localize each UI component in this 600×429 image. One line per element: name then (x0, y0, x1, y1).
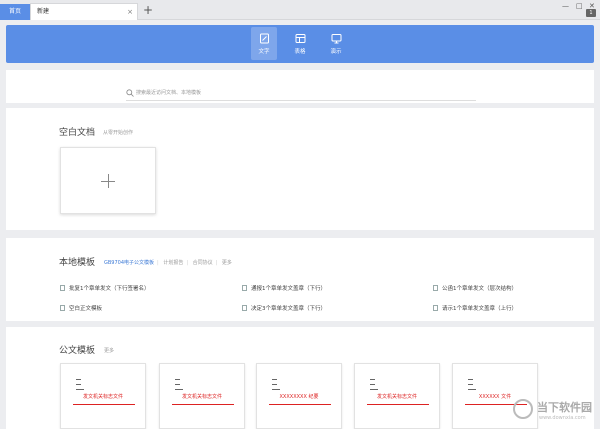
watermark: 当下软件园 www.downxia.com (510, 396, 600, 429)
file-icon (242, 285, 247, 291)
category-link-gb9704[interactable]: GB9704电子公文模板 (104, 260, 154, 266)
tab-writer[interactable]: 文字 (251, 27, 277, 60)
template-thumbnail[interactable]: 发文机关标志文件 (60, 363, 146, 429)
watermark-text: 当下软件园 (537, 401, 592, 414)
tab-new[interactable]: 新建 × (30, 3, 138, 20)
plus-icon-vertical (108, 174, 109, 188)
watermark-url: www.downxia.com (539, 415, 586, 421)
file-icon (60, 285, 65, 291)
app-header: 文字 表格 演示 (6, 25, 594, 63)
search-placeholder: 搜索最近访问文档、本地模板 (136, 90, 202, 96)
template-thumbnail[interactable]: 发文机关标志文件 (159, 363, 245, 429)
template-item[interactable]: 决定3个章单发文盖章（下行） (242, 304, 326, 312)
document-icon (259, 33, 269, 44)
thumbnail-title: 发文机关标志文件 (376, 394, 417, 400)
template-thumbnail[interactable]: XXXXXXXX 纪要 (256, 363, 342, 429)
tab-presentation[interactable]: 演示 (323, 27, 349, 60)
category-link-contract[interactable]: 合同协议 (193, 260, 213, 266)
tab-writer-label: 文字 (258, 49, 270, 55)
add-tab-button[interactable]: + (143, 2, 153, 18)
template-category-links: GB9704电子公文模板 | 计划报告 | 合同协议 | 更多 (104, 260, 232, 266)
tab-close-icon[interactable]: × (127, 4, 133, 20)
thumbnail-title: 发文机关标志文件 (82, 394, 123, 400)
search-icon (126, 89, 134, 97)
tab-spreadsheet[interactable]: 表格 (287, 27, 313, 60)
thumbnail-title: XXXXXXXX 纪要 (279, 394, 319, 400)
more-link[interactable]: 更多 (104, 347, 114, 354)
section-title: 公文模板 (59, 346, 96, 356)
section-title: 空白文档 (59, 128, 96, 138)
search-input[interactable]: 搜索最近访问文档、本地模板 (126, 87, 476, 101)
template-item[interactable]: 通报1个章单发文盖章（下行） (242, 284, 326, 292)
template-thumbnail[interactable]: 发文机关标志文件 (354, 363, 440, 429)
template-item[interactable]: 公函1个章单发文（层次结构） (433, 284, 517, 292)
presentation-icon (331, 34, 341, 44)
template-item[interactable]: 请示1个章单发文盖章（上行） (433, 304, 517, 312)
blank-document-section: 空白文档 从零开始创作 (6, 108, 594, 230)
local-templates-section: 本地模板 GB9704电子公文模板 | 计划报告 | 合同协议 | 更多 批复1个章单… (6, 238, 594, 321)
template-item[interactable]: 批复1个章单发文（下行签署名） (60, 284, 150, 292)
new-blank-document-button[interactable] (60, 147, 156, 214)
section-title: 本地模板 (59, 258, 96, 268)
spreadsheet-icon (295, 34, 305, 43)
tab-bar: 首页 新建 × + — □ ✕ 1 (0, 0, 600, 20)
file-icon (242, 305, 247, 311)
tab-new-label: 新建 (37, 8, 50, 15)
category-link-more[interactable]: 更多 (222, 260, 232, 266)
maximize-button[interactable]: □ (576, 1, 583, 11)
file-icon (433, 305, 438, 311)
badge-icon[interactable]: 1 (586, 9, 596, 17)
minimize-button[interactable]: — (562, 1, 569, 11)
official-templates-section: 公文模板 更多 发文机关标志文件 发文机关标志文件 XXXXXXXX 纪要 发文… (6, 327, 594, 429)
watermark-logo-icon (513, 399, 533, 419)
file-icon (60, 305, 65, 311)
template-item[interactable]: 空白正文模板 (60, 304, 102, 312)
file-icon (433, 285, 438, 291)
category-link-plan[interactable]: 计划报告 (163, 260, 183, 266)
tab-presentation-label: 演示 (330, 49, 342, 55)
tab-home[interactable]: 首页 (0, 4, 30, 20)
tab-spreadsheet-label: 表格 (294, 49, 306, 55)
search-section: 搜索最近访问文档、本地模板 (6, 70, 594, 103)
section-subtitle: 从零开始创作 (103, 130, 134, 136)
thumbnail-title: 发文机关标志文件 (181, 394, 222, 400)
